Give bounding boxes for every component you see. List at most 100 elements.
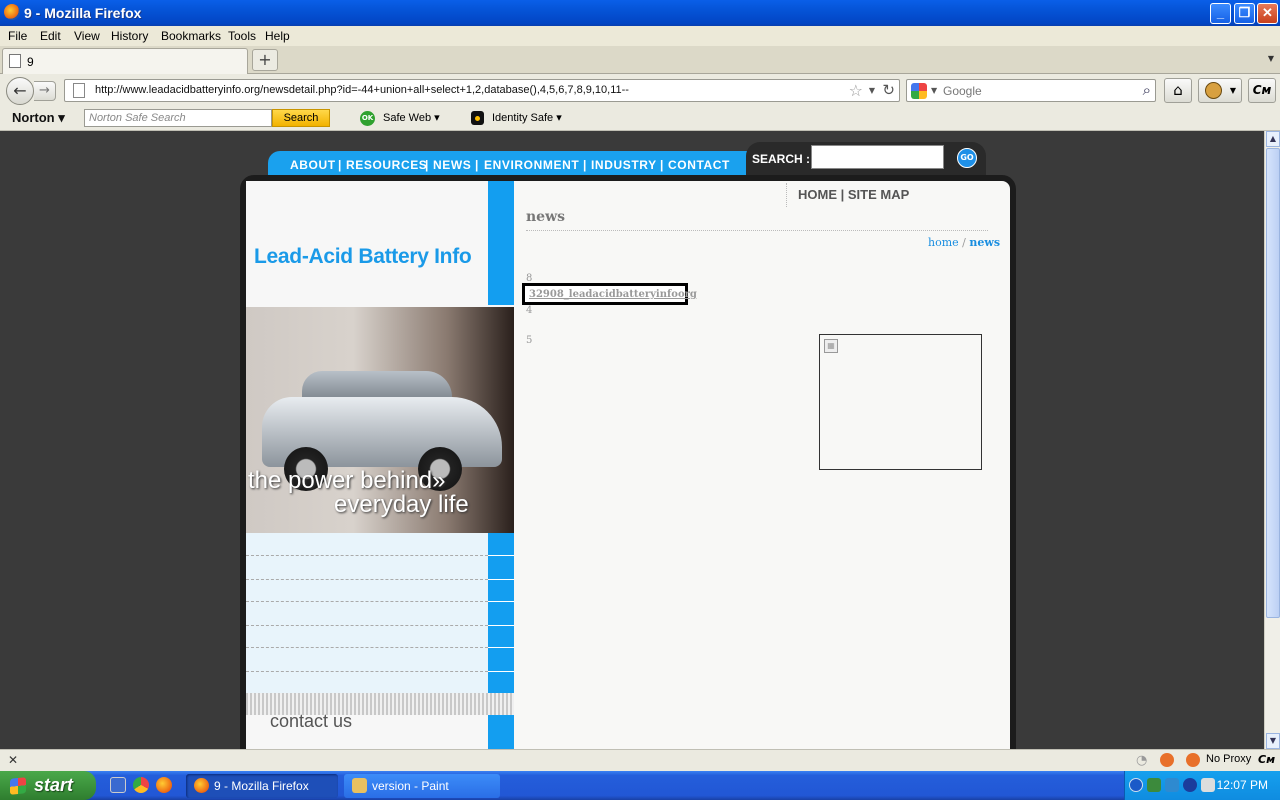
- sitemap-link[interactable]: SITE MAP: [848, 187, 909, 202]
- site-identity-icon[interactable]: [73, 83, 85, 98]
- paint-icon: [352, 778, 367, 793]
- tray-expand-icon[interactable]: [1129, 778, 1143, 792]
- tab-list-icon[interactable]: ▼: [1268, 54, 1274, 63]
- vertical-scrollbar[interactable]: ▲ ▼: [1264, 131, 1280, 749]
- reload-icon[interactable]: ↻: [882, 81, 895, 99]
- top-links: HOME | SITE MAP: [798, 187, 909, 202]
- cm-icon[interactable]: Cм: [1248, 78, 1276, 103]
- norton-search-input[interactable]: Norton Safe Search: [84, 109, 272, 127]
- norton-toolbar: Norton ▾ Norton Safe Search Search OK Sa…: [0, 106, 1280, 131]
- scroll-up-icon[interactable]: ▲: [1266, 131, 1280, 147]
- site-nav-about[interactable]: ABOUT: [290, 158, 336, 172]
- contact-us-link[interactable]: contact us: [270, 711, 352, 732]
- sub-link-row[interactable]: [246, 579, 488, 580]
- menu-file[interactable]: File: [8, 29, 27, 43]
- firefox-icon: [4, 4, 20, 20]
- start-button[interactable]: start: [0, 771, 96, 800]
- safe-web-menu[interactable]: Safe Web ▾: [383, 111, 440, 124]
- decorative-strip: [488, 181, 514, 305]
- menu-view[interactable]: View: [74, 29, 100, 43]
- proxy-status[interactable]: No Proxy: [1206, 753, 1251, 765]
- breadcrumb-home[interactable]: home: [928, 236, 959, 249]
- chrome-icon[interactable]: [133, 777, 149, 793]
- norton-search-button[interactable]: Search: [272, 109, 330, 127]
- site-frame: Lead-Acid Battery Info the power behind»…: [240, 175, 1016, 749]
- sub-link-row[interactable]: [246, 647, 488, 648]
- google-engine-icon[interactable]: [911, 83, 927, 99]
- rss-icon[interactable]: ◔: [1136, 753, 1147, 768]
- chevron-down-icon[interactable]: ▼: [1230, 86, 1236, 95]
- show-desktop-icon[interactable]: [110, 777, 126, 793]
- breadcrumb-current: news: [969, 236, 1001, 249]
- back-button[interactable]: ←: [6, 77, 34, 105]
- search-icon[interactable]: ⌕: [1143, 81, 1151, 99]
- identity-safe-lock-icon: [471, 111, 484, 125]
- home-button[interactable]: ⌂: [1164, 78, 1192, 103]
- url-history-dropdown-icon[interactable]: ▼: [869, 86, 875, 95]
- result-value: 4: [526, 305, 533, 316]
- firefox-quicklaunch-icon[interactable]: [156, 777, 172, 793]
- highlight-box: 32908_leadacidbatteryinfoorg: [522, 283, 697, 305]
- addon-icon[interactable]: [1160, 753, 1174, 767]
- site-nav-environment[interactable]: ENVIRONMENT: [484, 158, 579, 172]
- cm-status-icon[interactable]: Cм: [1258, 753, 1275, 766]
- forward-button[interactable]: →: [34, 81, 56, 101]
- site-search-input[interactable]: [811, 145, 944, 169]
- network-icon[interactable]: [1165, 778, 1179, 792]
- home-link[interactable]: HOME: [798, 187, 837, 202]
- task-label: version - Paint: [372, 779, 449, 793]
- new-tab-button[interactable]: +: [252, 49, 278, 71]
- bluetooth-icon[interactable]: [1183, 778, 1197, 792]
- menu-history[interactable]: History: [111, 29, 148, 43]
- search-placeholder[interactable]: Google: [943, 84, 982, 98]
- bookmark-star-icon[interactable]: ☆: [849, 81, 863, 100]
- sub-link-row[interactable]: [246, 555, 488, 556]
- site-search-go-button[interactable]: GO: [957, 148, 977, 168]
- scroll-thumb[interactable]: [1266, 148, 1280, 618]
- link-separator: |: [840, 187, 848, 202]
- minimize-button[interactable]: _: [1210, 3, 1231, 24]
- identity-safe-menu[interactable]: Identity Safe ▾: [492, 111, 562, 124]
- greasemonkey-button[interactable]: ▼: [1198, 78, 1242, 103]
- site-nav-industry[interactable]: INDUSTRY: [591, 158, 657, 172]
- foxyproxy-icon[interactable]: [1186, 753, 1200, 767]
- network-icon[interactable]: [1147, 778, 1161, 792]
- menu-bookmarks[interactable]: Bookmarks: [161, 29, 221, 43]
- site-nav-resources[interactable]: RESOURCES: [346, 158, 427, 172]
- site-search-label: SEARCH :: [752, 152, 811, 166]
- close-button[interactable]: ✕: [1257, 3, 1278, 24]
- url-text[interactable]: http://www.leadacidbatteryinfo.org/newsd…: [95, 84, 629, 96]
- task-firefox[interactable]: 9 - Mozilla Firefox: [186, 774, 338, 798]
- sub-link-row[interactable]: [246, 601, 488, 602]
- strip-divider: [488, 579, 514, 580]
- nav-separator: |: [583, 158, 587, 172]
- monitor-icon[interactable]: [1201, 778, 1215, 792]
- task-paint[interactable]: version - Paint: [344, 774, 500, 798]
- site-logo[interactable]: Lead-Acid Battery Info: [254, 245, 472, 269]
- site-main-column: HOME | SITE MAP news home / news 8 32908…: [514, 181, 1010, 749]
- tab-active[interactable]: 9: [2, 48, 248, 74]
- menu-help[interactable]: Help: [265, 29, 290, 43]
- site-nav-contact[interactable]: CONTACT: [668, 158, 730, 172]
- url-bar[interactable]: http://www.leadacidbatteryinfo.org/newsd…: [64, 79, 900, 102]
- page-heading: news: [526, 209, 566, 225]
- nav-separator: |: [338, 158, 342, 172]
- close-findbar-icon[interactable]: ✕: [8, 753, 18, 767]
- sub-link-row[interactable]: [246, 625, 488, 626]
- sub-link-row[interactable]: [246, 671, 488, 672]
- result-title-link[interactable]: 32908_leadacidbatteryinfoorg: [529, 289, 697, 300]
- page-content: ABOUT | RESOURCES | NEWS | ENVIRONMENT |…: [0, 131, 1264, 749]
- restore-button[interactable]: ❐: [1234, 3, 1255, 24]
- scroll-down-icon[interactable]: ▼: [1266, 733, 1280, 749]
- navigation-toolbar: ← → http://www.leadacidbatteryinfo.org/n…: [0, 74, 1280, 106]
- site-nav-news[interactable]: NEWS: [433, 158, 471, 172]
- menu-edit[interactable]: Edit: [40, 29, 61, 43]
- search-bar[interactable]: ▼ Google ⌕: [906, 79, 1156, 102]
- norton-brand-text: Norton: [12, 110, 55, 125]
- norton-logo[interactable]: Norton ▾: [12, 110, 65, 126]
- safe-web-ok-icon: OK: [360, 111, 375, 126]
- breadcrumb-separator: /: [962, 236, 966, 249]
- clock[interactable]: 12:07 PM: [1217, 778, 1268, 792]
- menu-tools[interactable]: Tools: [228, 29, 256, 43]
- engine-dropdown-icon[interactable]: ▼: [931, 86, 937, 95]
